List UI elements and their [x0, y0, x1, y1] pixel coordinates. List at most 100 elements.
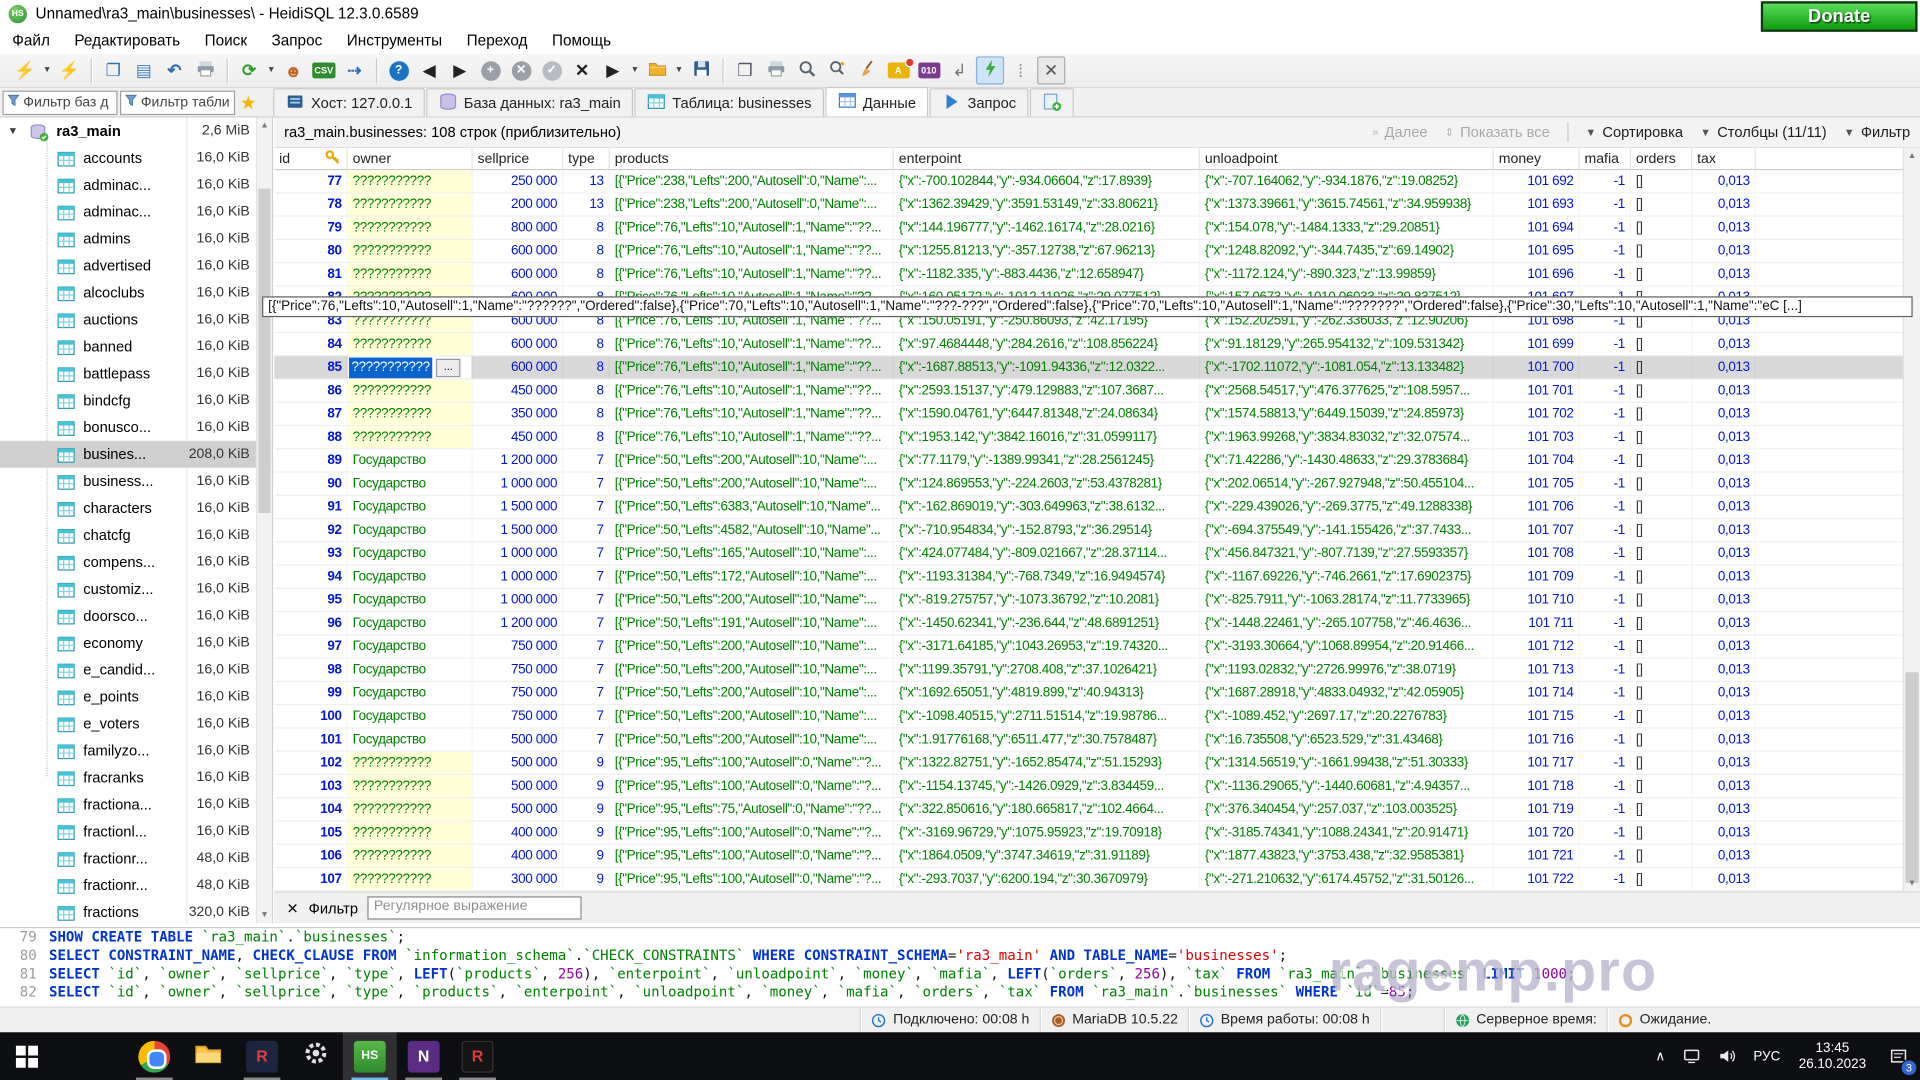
sidebar-item-compens[interactable]: compens...16,0 KiB — [0, 549, 272, 576]
post-changes-icon[interactable]: ✓ — [538, 56, 566, 84]
table-row[interactable]: 96Государство1 200 0007[{"Price":50,"Lef… — [274, 612, 1903, 635]
cell-tax[interactable]: 0,013 — [1692, 612, 1756, 634]
cell-id[interactable]: 105 — [274, 822, 347, 844]
cell-id[interactable]: 90 — [274, 473, 347, 495]
row-insert-icon[interactable]: + — [476, 56, 504, 84]
execute-dropdown-icon[interactable]: ▼ — [628, 56, 641, 84]
cell-sellprice[interactable]: 450 000 — [473, 380, 564, 402]
tree-root-ra3_main[interactable]: ▾ra3_main2,6 MiB — [0, 118, 272, 145]
cell-sellprice[interactable]: 1 000 000 — [473, 542, 564, 564]
cell-sellprice[interactable]: 600 000 — [473, 356, 564, 378]
cell-products[interactable]: [{"Price":95,"Lefts":100,"Autosell":0,"N… — [610, 845, 894, 867]
spellcheck-icon[interactable]: A — [884, 56, 912, 84]
column-header-unloadpoint[interactable]: unloadpoint — [1200, 148, 1494, 169]
cell-enterpoint[interactable]: {"x":-819.275757,"y":-1073.36792,"z":10.… — [894, 589, 1200, 611]
cell-products[interactable]: [{"Price":95,"Lefts":100,"Autosell":0,"N… — [610, 752, 894, 774]
cell-sellprice[interactable]: 750 000 — [473, 682, 564, 704]
cell-unloadpoint[interactable]: {"x":1687.28918,"y":4833.04932,"z":42.05… — [1200, 682, 1494, 704]
cell-mafia[interactable]: -1 — [1580, 193, 1631, 215]
row-delete-icon[interactable]: ✕ — [507, 56, 535, 84]
cell-tax[interactable]: 0,013 — [1692, 659, 1756, 681]
taskbar-clock[interactable]: 13:4526.10.2023 — [1789, 1040, 1876, 1072]
cell-sellprice[interactable]: 450 000 — [473, 426, 564, 448]
cell-products[interactable]: [{"Price":76,"Lefts":10,"Autosell":1,"Na… — [610, 403, 894, 425]
cell-products[interactable]: [{"Price":238,"Lefts":200,"Autosell":0,"… — [610, 170, 894, 192]
sidebar-item-adminac[interactable]: adminac...16,0 KiB — [0, 198, 272, 225]
taskbar-app-explorer[interactable] — [181, 1032, 235, 1080]
sidebar-item-battlepass[interactable]: battlepass16,0 KiB — [0, 360, 272, 387]
cell-money[interactable]: 101 713 — [1494, 659, 1580, 681]
cell-mafia[interactable]: -1 — [1580, 845, 1631, 867]
cell-tax[interactable]: 0,013 — [1692, 566, 1756, 588]
cell-unloadpoint[interactable]: {"x":1248.82092,"y":-344.7435,"z":69.149… — [1200, 240, 1494, 262]
cell-orders[interactable]: [] — [1631, 403, 1692, 425]
cell-type[interactable]: 9 — [563, 868, 610, 890]
cell-orders[interactable]: [] — [1631, 356, 1692, 378]
cell-sellprice[interactable]: 600 000 — [473, 333, 564, 355]
cell-type[interactable]: 7 — [563, 682, 610, 704]
cell-owner[interactable]: ??????????? — [348, 845, 473, 867]
grid-vertical-scrollbar[interactable]: ▲ ▼ — [1903, 148, 1920, 891]
cell-tax[interactable]: 0,013 — [1692, 193, 1756, 215]
paste-icon[interactable]: ▤ — [130, 56, 158, 84]
sidebar-item-customiz[interactable]: customiz...16,0 KiB — [0, 576, 272, 603]
sidebar-item-accounts[interactable]: accounts16,0 KiB — [0, 144, 272, 171]
copy-icon[interactable]: ❐ — [99, 56, 127, 84]
regex-filter-input[interactable]: Регулярное выражение — [368, 896, 582, 919]
cell-enterpoint[interactable]: {"x":77.1179,"y":-1389.99341,"z":28.2561… — [894, 449, 1200, 471]
cleanup-icon[interactable] — [853, 56, 881, 84]
cell-id[interactable]: 79 — [274, 217, 347, 239]
cell-id[interactable]: 95 — [274, 589, 347, 611]
table-row[interactable]: 99Государство750 0007[{"Price":50,"Lefts… — [274, 682, 1903, 705]
column-header-orders[interactable]: orders — [1631, 148, 1692, 169]
cell-mafia[interactable]: -1 — [1580, 426, 1631, 448]
tab-таблица[interactable]: Таблица: businesses — [634, 88, 824, 116]
column-header-mafia[interactable]: mafia — [1580, 148, 1631, 169]
cell-unloadpoint[interactable]: {"x":91.18129,"y":265.954132,"z":109.531… — [1200, 333, 1494, 355]
table-row[interactable]: 85???????????...600 0008[{"Price":76,"Le… — [274, 356, 1903, 379]
cell-sellprice[interactable]: 750 000 — [473, 636, 564, 658]
cell-id[interactable]: 106 — [274, 845, 347, 867]
cell-id[interactable]: 86 — [274, 380, 347, 402]
cell-tax[interactable]: 0,013 — [1692, 705, 1756, 727]
cell-tax[interactable]: 0,013 — [1692, 263, 1756, 285]
cell-owner[interactable]: ??????????? — [348, 380, 473, 402]
cell-unloadpoint[interactable]: {"x":-1702.11072,"y":-1081.054,"z":13.13… — [1200, 356, 1494, 378]
cell-mafia[interactable]: -1 — [1580, 822, 1631, 844]
cell-money[interactable]: 101 707 — [1494, 519, 1580, 541]
tab-хост[interactable]: Хост: 127.0.0.1 — [273, 88, 425, 116]
cell-products[interactable]: [{"Price":50,"Lefts":200,"Autosell":10,"… — [610, 659, 894, 681]
cell-mafia[interactable]: -1 — [1580, 217, 1631, 239]
cell-tax[interactable]: 0,013 — [1692, 868, 1756, 890]
table-row[interactable]: 92Государство1 500 0007[{"Price":50,"Lef… — [274, 519, 1903, 542]
cell-tax[interactable]: 0,013 — [1692, 449, 1756, 471]
cell-id[interactable]: 103 — [274, 775, 347, 797]
clear-filter-icon[interactable]: ✕ — [287, 899, 299, 916]
cell-orders[interactable]: [] — [1631, 868, 1692, 890]
cell-owner[interactable]: Государство — [348, 636, 473, 658]
cell-type[interactable]: 8 — [563, 263, 610, 285]
cell-unloadpoint[interactable]: {"x":71.42286,"y":-1430.48633,"z":29.378… — [1200, 449, 1494, 471]
cell-products[interactable]: [{"Price":76,"Lefts":10,"Autosell":1,"Na… — [610, 356, 894, 378]
tray-monitor-icon[interactable] — [1674, 1032, 1710, 1080]
cell-id[interactable]: 94 — [274, 566, 347, 588]
cell-products[interactable]: [{"Price":76,"Lefts":10,"Autosell":1,"Na… — [610, 380, 894, 402]
disconnect-icon[interactable]: ⚡ — [55, 56, 83, 84]
cell-tax[interactable]: 0,013 — [1692, 496, 1756, 518]
column-header-id[interactable]: id — [274, 148, 347, 169]
column-header-type[interactable]: type — [563, 148, 610, 169]
undo-icon[interactable]: ↶ — [160, 56, 188, 84]
cell-mafia[interactable]: -1 — [1580, 636, 1631, 658]
cell-orders[interactable]: [] — [1631, 636, 1692, 658]
cell-type[interactable]: 9 — [563, 798, 610, 820]
cell-products[interactable]: [{"Price":238,"Lefts":200,"Autosell":0,"… — [610, 193, 894, 215]
cell-money[interactable]: 101 708 — [1494, 542, 1580, 564]
cell-enterpoint[interactable]: {"x":1199.35791,"y":2708.408,"z":37.1026… — [894, 659, 1200, 681]
scroll-up-icon[interactable]: ▲ — [257, 118, 272, 134]
cell-orders[interactable]: [] — [1631, 705, 1692, 727]
cell-mafia[interactable]: -1 — [1580, 589, 1631, 611]
cancel-editing-icon[interactable]: ✕ — [568, 56, 596, 84]
cell-sellprice[interactable]: 1 500 000 — [473, 519, 564, 541]
cell-type[interactable]: 8 — [563, 240, 610, 262]
cell-sellprice[interactable]: 750 000 — [473, 705, 564, 727]
